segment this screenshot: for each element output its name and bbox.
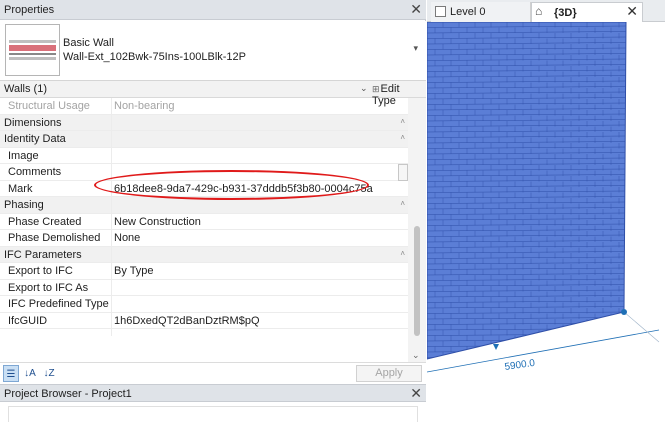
property-name: Phase Demolished <box>8 232 101 244</box>
3d-view-canvas[interactable]: 5900.0 <box>426 21 665 422</box>
property-row[interactable]: Comments <box>0 164 408 181</box>
dropdown-arrow-icon[interactable]: ▾ <box>413 43 418 54</box>
properties-title-bar: Properties ✕ <box>0 0 426 20</box>
property-name: Export to IFC As <box>8 281 89 294</box>
instance-filter: Walls (1) ⌄ ⊞Edit Type <box>0 81 426 107</box>
type-family: Basic Wall <box>63 37 114 49</box>
home-icon: ⌂ <box>535 4 543 18</box>
property-row[interactable]: Export to IFC By Type <box>0 263 408 280</box>
property-row[interactable]: IFC Predefined Type <box>0 296 408 313</box>
property-name: IFC Predefined Type <box>8 298 109 310</box>
view-tab-bar: Level 0 ⌂ {3D} ✕ <box>427 0 665 22</box>
property-name: Comments <box>8 166 62 178</box>
plan-view-icon <box>435 6 446 17</box>
scroll-down-icon[interactable]: ⌄ <box>412 350 420 361</box>
dimension-text[interactable]: 5900.0 <box>504 358 536 373</box>
project-browser-tree[interactable] <box>0 402 426 422</box>
edit-type-icon: ⊞ <box>372 84 380 94</box>
sort-ascending-icon[interactable]: ↓A <box>22 365 38 382</box>
property-value[interactable]: 6b18dee8-9da7-429c-b931-37dddb5f3b80-000… <box>114 183 373 195</box>
group-name: Phasing <box>4 199 44 211</box>
properties-grid: Structural Usage Non-bearing Dimensions ˄ Id… <box>0 98 408 360</box>
property-row[interactable]: Phase Demolished None <box>0 230 408 247</box>
property-row[interactable]: Mark 6b18dee8-9da7-429c-b931-37dddb5f3b80… <box>0 181 408 197</box>
property-group-header[interactable]: Phasing ˄ <box>0 197 408 214</box>
scroll-thumb[interactable] <box>414 226 420 336</box>
property-name: Phase Created <box>8 215 82 228</box>
property-name: Image <box>8 149 39 162</box>
property-row[interactable]: Structural Usage Non-bearing <box>0 98 408 115</box>
properties-title: Properties <box>4 4 55 16</box>
property-row[interactable]: Export to IFC As <box>0 280 408 296</box>
group-name: IFC Parameters <box>4 248 82 261</box>
group-name: Dimensions <box>4 116 62 129</box>
tab-3d[interactable]: ⌂ {3D} ✕ <box>531 2 643 22</box>
project-browser-title-bar: Project Browser - Project1 ✕ <box>0 384 426 402</box>
categorize-icon[interactable]: ☰ <box>3 365 19 382</box>
property-row[interactable]: Image <box>0 148 408 164</box>
3d-view-drawing: 5900.0 <box>426 21 660 373</box>
close-icon[interactable]: ✕ <box>410 385 422 402</box>
property-row[interactable]: Phase Created New Construction <box>0 214 408 230</box>
properties-scrollbar[interactable]: ⌄ <box>408 98 426 362</box>
filter-selector[interactable]: Walls (1) <box>4 83 47 95</box>
chevron-down-icon[interactable]: ⌄ <box>360 83 368 94</box>
dimension-control-arrow[interactable] <box>493 344 499 350</box>
property-value[interactable]: 1h6DxedQT2dBanDztRM$pQ <box>114 315 260 327</box>
property-group-header[interactable]: Identity Data ˄ <box>0 131 408 148</box>
type-name: Wall-Ext_102Bwk-75Ins-100LBlk-12P <box>63 51 247 63</box>
property-group-header[interactable]: IFC Parameters ˄ <box>0 246 408 263</box>
property-name: IfcGUID <box>8 314 48 327</box>
property-value[interactable]: By Type <box>114 265 154 277</box>
project-browser-title: Project Browser - Project1 <box>4 388 132 400</box>
wall-face[interactable] <box>427 22 626 359</box>
properties-toolbar: ☰ ↓A ↓Z Apply <box>0 362 426 384</box>
sort-descending-icon[interactable]: ↓Z <box>41 365 57 382</box>
group-name: Identity Data <box>4 133 66 145</box>
collapse-icon[interactable]: ˄ <box>400 249 405 258</box>
close-icon[interactable]: ✕ <box>410 1 422 17</box>
collapse-icon[interactable]: ˄ <box>400 117 405 126</box>
grip-point[interactable] <box>621 309 627 315</box>
tab-label: {3D} <box>554 7 577 19</box>
tab-level-0[interactable]: Level 0 <box>431 2 531 22</box>
type-selector[interactable]: Basic Wall Wall-Ext_102Bwk-75Ins-100LBlk… <box>0 21 426 81</box>
property-name: Structural Usage <box>8 100 90 112</box>
property-name: Export to IFC <box>8 265 73 277</box>
comments-edit-cell[interactable] <box>398 164 408 181</box>
close-icon[interactable]: ✕ <box>626 3 638 20</box>
collapse-icon[interactable]: ˄ <box>400 199 405 208</box>
property-name: Mark <box>8 182 33 195</box>
properties-panel: Properties ✕ Basic Wall Wall-Ext_102Bwk-… <box>0 0 426 384</box>
property-value[interactable]: New Construction <box>114 216 201 228</box>
property-group-header[interactable]: Dimensions ˄ <box>0 114 408 131</box>
apply-button[interactable]: Apply <box>356 365 422 382</box>
property-value[interactable]: Non-bearing <box>114 100 175 112</box>
wall-type-thumbnail <box>5 24 60 76</box>
property-row[interactable]: IfcGUID 1h6DxedQT2dBanDztRM$pQ <box>0 313 408 329</box>
property-value[interactable]: None <box>114 232 140 244</box>
tab-label: Level 0 <box>450 6 486 18</box>
collapse-icon[interactable]: ˄ <box>400 133 405 142</box>
